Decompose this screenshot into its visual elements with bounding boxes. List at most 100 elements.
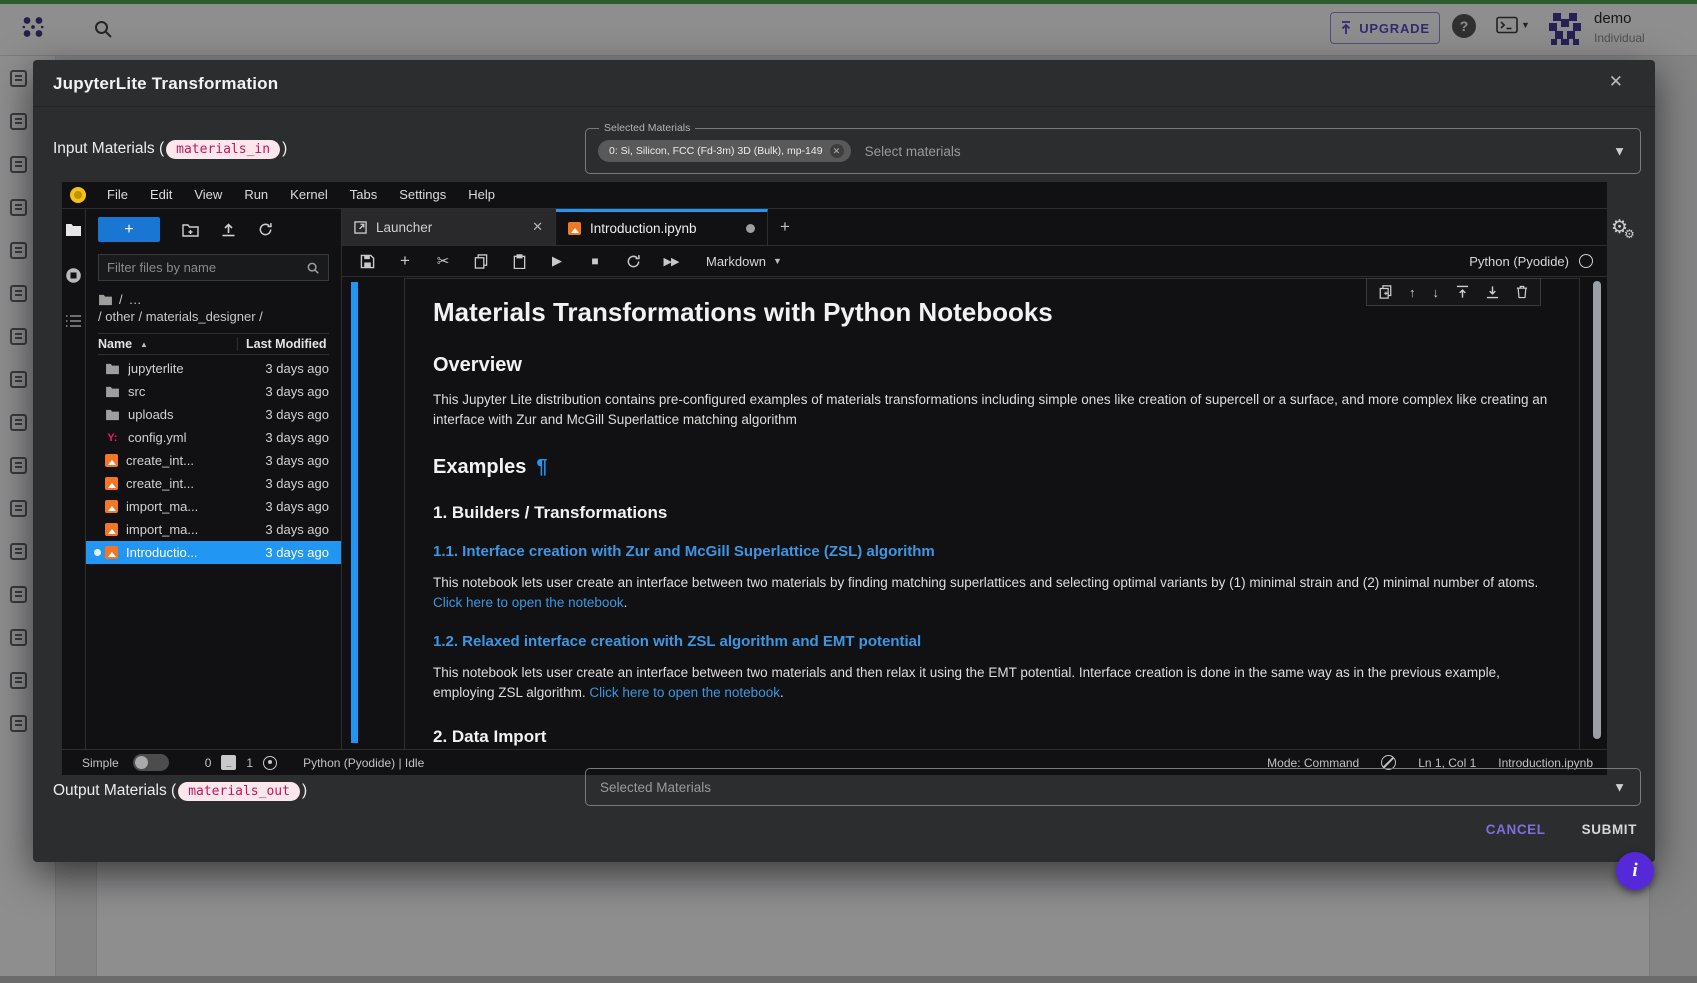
menu-view[interactable]: View	[183, 182, 233, 208]
tab-label: Introduction.ipynb	[590, 221, 737, 236]
menu-kernel[interactable]: Kernel	[279, 182, 339, 208]
close-icon[interactable]: ✕	[1609, 72, 1623, 92]
file-modified: 3 days ago	[245, 384, 329, 399]
notebook-file-icon	[105, 477, 118, 490]
new-launcher-button[interactable]: +	[98, 217, 160, 242]
launcher-icon	[354, 221, 367, 234]
file-row[interactable]: Y: jupyterlite 3 days ago	[86, 357, 341, 380]
stop-kernel-icon[interactable]: ■	[586, 254, 604, 268]
jupyter-menubar: FileEditViewRunKernelTabsSettingsHelp	[62, 182, 1607, 209]
notebook-link[interactable]: Click here to open the notebook	[433, 595, 624, 610]
file-modified: 3 days ago	[245, 476, 329, 491]
file-row[interactable]: Y: create_int... 3 days ago	[86, 472, 341, 495]
file-modified: 3 days ago	[245, 407, 329, 422]
insert-cell-above-icon[interactable]	[1456, 285, 1469, 299]
selected-material-chip[interactable]: 0: Si, Silicon, FCC (Fd-3m) 3D (Bulk), m…	[598, 140, 851, 162]
file-row[interactable]: Y: import_ma... 3 days ago	[86, 495, 341, 518]
filter-files-input[interactable]: Filter files by name	[98, 254, 329, 281]
paragraph-text: .	[780, 685, 784, 700]
insert-cell-icon[interactable]: +	[396, 251, 414, 271]
search-icon	[306, 261, 320, 275]
paragraph-text: This notebook lets user create an interf…	[433, 575, 1538, 590]
paste-cells-icon[interactable]	[510, 254, 528, 269]
menu-run[interactable]: Run	[233, 182, 279, 208]
submit-button[interactable]: SUBMIT	[1582, 822, 1637, 837]
restart-kernel-icon[interactable]	[624, 254, 642, 269]
new-folder-icon[interactable]	[182, 223, 199, 237]
file-browser-tab-icon[interactable]	[65, 223, 82, 237]
breadcrumb-ellipsis[interactable]: …	[129, 291, 142, 308]
menu-tabs[interactable]: Tabs	[339, 182, 388, 208]
menu-file[interactable]: File	[96, 182, 139, 208]
file-name: import_ma...	[126, 499, 245, 514]
menu-help[interactable]: Help	[457, 182, 506, 208]
file-row[interactable]: Y: src 3 days ago	[86, 380, 341, 403]
active-cell-indicator[interactable]	[351, 282, 358, 743]
cancel-button[interactable]: CANCEL	[1486, 822, 1546, 837]
input-materials-select[interactable]: Selected Materials 0: Si, Silicon, FCC (…	[585, 128, 1641, 174]
menu-edit[interactable]: Edit	[139, 182, 183, 208]
run-cell-icon[interactable]: ▶	[548, 253, 566, 269]
insert-cell-below-icon[interactable]	[1486, 285, 1499, 299]
file-row[interactable]: Y: import_ma... 3 days ago	[86, 518, 341, 541]
chip-remove-icon[interactable]: ✕	[830, 144, 844, 158]
terminal-count[interactable]: 0	[205, 756, 212, 770]
move-cell-down-icon[interactable]: ↓	[1433, 285, 1440, 300]
unsaved-changes-dot[interactable]	[746, 224, 755, 233]
column-modified[interactable]: Last Modified	[237, 337, 329, 351]
delete-cell-icon[interactable]	[1516, 285, 1528, 299]
output-materials-select[interactable]: Selected Materials ▼	[585, 768, 1641, 806]
copy-cells-icon[interactable]	[472, 254, 490, 269]
select-materials-placeholder: Select materials	[865, 144, 961, 159]
file-row[interactable]: Y: config.yml 3 days ago	[86, 426, 341, 449]
save-icon[interactable]	[358, 254, 376, 269]
duplicate-cell-icon[interactable]	[1379, 285, 1392, 299]
info-fab-button[interactable]: i	[1616, 852, 1654, 890]
refresh-icon[interactable]	[258, 222, 273, 237]
heading-anchor[interactable]: ¶	[536, 456, 547, 478]
gear-icon[interactable]: ⚙⚙	[1611, 216, 1639, 239]
materials-in-code-chip: materials_in	[166, 140, 280, 159]
column-name[interactable]: Name ▲	[98, 337, 237, 351]
notebook-paragraph: This notebook lets user create an interf…	[433, 663, 1549, 703]
notebook-heading-link[interactable]: 1.1. Interface creation with Zur and McG…	[433, 543, 1549, 560]
notebook-heading-link[interactable]: 1.2. Relaxed interface creation with ZSL…	[433, 633, 1549, 650]
selected-material-chip-label: 0: Si, Silicon, FCC (Fd-3m) 3D (Bulk), m…	[609, 145, 823, 157]
input-materials-label: Input Materials ( materials_in )	[53, 132, 287, 166]
upload-icon[interactable]	[221, 222, 236, 237]
running-kernels-tab-icon[interactable]	[65, 267, 82, 284]
notebook-link[interactable]: Click here to open the notebook	[589, 685, 780, 700]
chevron-down-icon[interactable]: ▼	[1613, 144, 1626, 159]
jupyter-menubar-items: FileEditViewRunKernelTabsSettingsHelp	[96, 182, 506, 208]
scrollbar[interactable]	[1593, 281, 1601, 739]
file-name: src	[128, 384, 245, 399]
table-of-contents-tab-icon[interactable]	[65, 314, 82, 328]
file-row[interactable]: Y: Introductio... 3 days ago	[86, 541, 341, 564]
kernel-selector[interactable]: Python (Pyodide)	[1469, 254, 1593, 269]
restart-run-all-icon[interactable]: ▶▶	[662, 255, 680, 268]
output-label-suffix: )	[302, 782, 307, 800]
file-row[interactable]: Y: create_int... 3 days ago	[86, 449, 341, 472]
tab-introduction-ipynb[interactable]: Introduction.ipynb	[556, 209, 768, 245]
cut-cells-icon[interactable]: ✂	[434, 252, 452, 270]
tab-close-icon[interactable]: ✕	[532, 219, 543, 235]
menu-settings[interactable]: Settings	[388, 182, 457, 208]
chevron-down-icon[interactable]: ▼	[1613, 780, 1626, 795]
add-tab-icon[interactable]: +	[768, 209, 802, 245]
kernel-status-text[interactable]: Python (Pyodide) | Idle	[303, 756, 424, 770]
move-cell-up-icon[interactable]: ↑	[1409, 285, 1416, 300]
breadcrumb-path[interactable]: / other / materials_designer /	[98, 308, 329, 325]
home-folder-icon[interactable]	[98, 294, 113, 306]
tab-launcher[interactable]: Launcher ✕	[342, 209, 556, 245]
input-label-suffix: )	[282, 140, 287, 158]
file-name: Introductio...	[126, 545, 245, 560]
file-row[interactable]: Y: uploads 3 days ago	[86, 403, 341, 426]
file-name: config.yml	[128, 430, 245, 445]
cell-type-dropdown[interactable]: Markdown ▼	[706, 254, 782, 269]
simple-mode-toggle[interactable]	[133, 754, 169, 771]
breadcrumb-root[interactable]: /	[119, 291, 123, 308]
markdown-cell[interactable]: ↑ ↓	[404, 278, 1580, 749]
kernel-count[interactable]: 1	[246, 756, 253, 770]
screen: UPGRADE ? ▼ demo Individual JupyterLite …	[0, 0, 1697, 983]
notebook-heading: Examples¶	[433, 456, 1549, 479]
